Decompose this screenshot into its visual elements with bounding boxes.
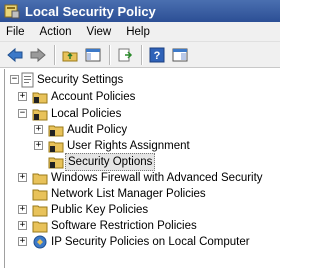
folder-icon — [32, 173, 48, 185]
toolbar-separator — [109, 44, 110, 65]
folder-icon — [32, 189, 48, 201]
help-button[interactable]: ? — [146, 44, 168, 66]
menu-help[interactable]: Help — [126, 26, 150, 38]
expander-collapsed[interactable]: + — [18, 205, 27, 214]
expander-collapsed[interactable]: + — [34, 141, 43, 150]
tree-label: Security Settings — [37, 74, 124, 86]
tree-label: Software Restriction Policies — [51, 220, 197, 232]
up-one-level-button[interactable] — [59, 44, 81, 66]
tree-label: Network List Manager Policies — [51, 188, 206, 200]
policy-folder-icon — [48, 141, 64, 153]
expander-collapsed[interactable]: + — [18, 173, 27, 182]
menu-bar: File Action View Help — [0, 22, 280, 42]
policy-folder-icon — [32, 92, 48, 104]
expander-expanded[interactable]: − — [10, 75, 19, 84]
back-arrow-icon — [7, 47, 23, 62]
tree-node-security-options[interactable]: Security Options — [5, 153, 275, 171]
console-tree[interactable]: − Security Settings + Account Policies −… — [4, 69, 280, 268]
tree-node-account-policies[interactable]: + Account Policies — [5, 89, 275, 105]
tree-label: Account Policies — [51, 91, 136, 103]
mmc-view-button[interactable] — [169, 44, 191, 66]
expander-collapsed[interactable]: + — [18, 237, 27, 246]
forward-button[interactable] — [27, 44, 49, 66]
toolbar-separator — [54, 44, 55, 65]
tree-node-user-rights-assignment[interactable]: + User Rights Assignment — [5, 138, 275, 154]
tree-node-ip-security-policies[interactable]: + IP Security Policies on Local Computer — [5, 234, 275, 250]
menu-file[interactable]: File — [6, 26, 25, 38]
policy-folder-icon — [48, 157, 64, 169]
tree-label: User Rights Assignment — [67, 140, 190, 152]
security-policy-icon — [4, 4, 20, 19]
forward-arrow-icon — [30, 47, 46, 62]
toolbar: ? — [0, 42, 280, 68]
help-icon: ? — [149, 47, 165, 62]
security-settings-icon — [21, 72, 34, 88]
tree-node-public-key-policies[interactable]: + Public Key Policies — [5, 202, 275, 218]
folder-up-icon — [62, 51, 78, 61]
policy-folder-open-icon — [32, 109, 48, 121]
toolbar-separator — [141, 44, 142, 65]
tree-label: Local Policies — [51, 108, 122, 120]
title-bar: Local Security Policy — [0, 0, 280, 22]
tree-node-network-list-manager[interactable]: Network List Manager Policies — [5, 186, 275, 202]
tree-label: Audit Policy — [67, 124, 128, 136]
tree-label: Public Key Policies — [51, 204, 149, 216]
window-title: Local Security Policy — [25, 3, 156, 19]
tree-node-windows-firewall[interactable]: + Windows Firewall with Advanced Securit… — [5, 170, 275, 186]
policy-folder-icon — [48, 125, 64, 137]
menu-view[interactable]: View — [87, 26, 112, 38]
tree-label-selected: Security Options — [65, 153, 156, 171]
back-button[interactable] — [4, 44, 26, 66]
menu-action[interactable]: Action — [40, 26, 72, 38]
tree-node-software-restriction[interactable]: + Software Restriction Policies — [5, 218, 275, 234]
ip-security-icon — [33, 235, 47, 249]
export-list-button[interactable] — [114, 44, 136, 66]
expander-collapsed[interactable]: + — [18, 92, 27, 101]
mmc-view-icon — [172, 48, 188, 61]
tree-label: Windows Firewall with Advanced Security — [51, 172, 263, 184]
tree-node-audit-policy[interactable]: + Audit Policy — [5, 122, 275, 138]
expander-expanded[interactable]: − — [18, 109, 27, 118]
console-tree-icon — [85, 48, 101, 61]
show-hide-console-tree-button[interactable] — [82, 44, 104, 66]
tree-node-local-policies[interactable]: − Local Policies — [5, 106, 275, 122]
folder-icon — [32, 205, 48, 217]
export-list-icon — [118, 48, 133, 61]
expander-collapsed[interactable]: + — [18, 221, 27, 230]
svg-text:?: ? — [154, 50, 161, 62]
tree-label: IP Security Policies on Local Computer — [51, 236, 250, 248]
folder-icon — [32, 221, 48, 233]
expander-collapsed[interactable]: + — [34, 125, 43, 134]
tree-node-security-settings[interactable]: − Security Settings — [5, 72, 275, 88]
